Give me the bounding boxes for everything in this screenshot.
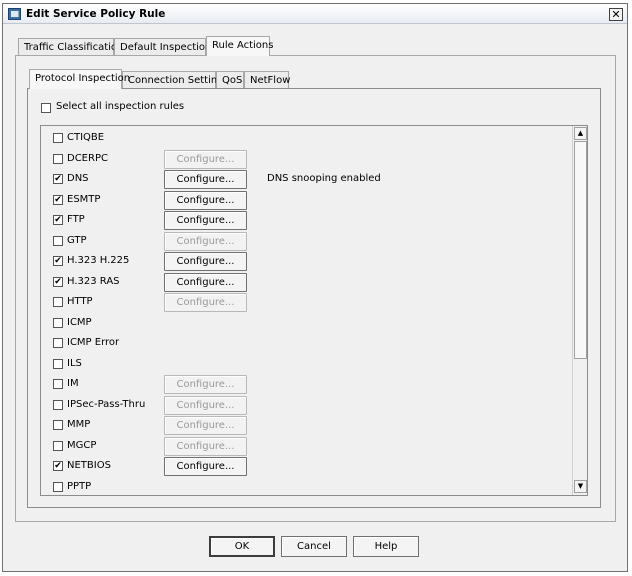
checkmark-icon: ✔	[54, 215, 62, 225]
rule-checkbox[interactable]	[53, 379, 63, 389]
configure-button: Configure...	[164, 149, 247, 169]
select-all-label: Select all inspection rules	[56, 101, 185, 112]
rule-label: FTP	[67, 214, 85, 225]
checkmark-icon: ✔	[54, 194, 62, 205]
rule-checkbox-checked[interactable]: ✔	[53, 194, 63, 205]
ok-button[interactable]: OK	[209, 536, 275, 557]
rule-checkbox-checked[interactable]: ✔	[53, 276, 63, 287]
inspection-rules-list: CTIQBE DCERPC Configure... ✔ DNS Configure...…	[40, 125, 588, 496]
rule-row: MMP Configure...	[41, 416, 571, 437]
rule-checkbox[interactable]	[53, 358, 63, 369]
tab-connection-settings[interactable]: Connection Settings	[122, 71, 229, 89]
rule-checkbox[interactable]	[53, 153, 63, 164]
rule-checkbox-checked[interactable]: ✔	[53, 215, 63, 225]
title-bar[interactable]: Edit Service Policy Rule ✕	[3, 4, 627, 24]
window-title: Edit Service Policy Rule	[26, 8, 166, 20]
rule-row: ✔ H.323 H.225 Configure...	[41, 252, 571, 273]
rule-checkbox[interactable]	[53, 133, 63, 143]
configure-button[interactable]: Configure...	[164, 170, 247, 189]
rule-label: ESMTP	[67, 193, 101, 205]
vertical-scrollbar[interactable]: ▲ ▼	[572, 126, 587, 495]
rule-note: DNS snooping enabled	[267, 173, 381, 184]
cancel-button[interactable]: Cancel	[281, 536, 347, 557]
tab-protocol-inspection[interactable]: Protocol Inspection	[29, 69, 130, 89]
rule-row: IPSec-Pass-Thru Configure...	[41, 395, 571, 417]
rule-row: CTIQBE	[41, 129, 571, 150]
configure-button: Configure...	[164, 395, 247, 415]
configure-button: Configure...	[164, 375, 247, 394]
checkmark-icon: ✔	[54, 256, 62, 266]
rule-checkbox-checked[interactable]: ✔	[53, 256, 63, 266]
rule-label: ICMP	[67, 316, 92, 328]
rule-checkbox[interactable]	[53, 317, 63, 328]
configure-button[interactable]: Configure...	[164, 457, 247, 476]
rule-row: ✔ ESMTP Configure...	[41, 190, 571, 212]
checkmark-icon: ✔	[54, 174, 62, 184]
rule-label: H.323 H.225	[67, 255, 130, 266]
rule-row: MGCP Configure...	[41, 436, 571, 458]
rule-row: PPTP	[41, 478, 571, 496]
rule-label: H.323 RAS	[67, 275, 120, 287]
configure-button[interactable]: Configure...	[164, 211, 247, 230]
rule-checkbox[interactable]	[53, 235, 63, 246]
rule-checkbox[interactable]	[53, 440, 63, 451]
configure-button: Configure...	[164, 293, 247, 312]
tab-netflow[interactable]: NetFlow	[244, 71, 290, 89]
scroll-up-arrow-icon[interactable]: ▲	[574, 127, 587, 140]
rule-checkbox[interactable]	[53, 399, 63, 410]
rule-row: ✔ FTP Configure...	[41, 211, 571, 232]
rule-row: GTP Configure...	[41, 231, 571, 253]
rule-label: IPSec-Pass-Thru	[67, 398, 146, 410]
checkmark-icon: ✔	[54, 461, 62, 471]
rule-row: DCERPC Configure...	[41, 149, 571, 171]
rule-checkbox-checked[interactable]: ✔	[53, 174, 63, 184]
rule-label: DCERPC	[67, 152, 108, 164]
configure-button[interactable]: Configure...	[164, 190, 247, 210]
configure-button[interactable]: Configure...	[164, 272, 247, 292]
select-all-checkbox[interactable]	[41, 103, 51, 113]
rule-checkbox[interactable]	[53, 297, 63, 307]
rule-label: CTIQBE	[67, 132, 105, 143]
close-button[interactable]: ✕	[609, 8, 623, 21]
scroll-down-arrow-icon[interactable]: ▼	[574, 480, 587, 493]
rule-row: ILS	[41, 355, 571, 376]
tab-traffic-classification[interactable]: Traffic Classification	[18, 38, 123, 56]
rule-label: IM	[67, 378, 79, 389]
rule-row: HTTP Configure...	[41, 293, 571, 314]
configure-button[interactable]: Configure...	[164, 252, 247, 271]
configure-button: Configure...	[164, 436, 247, 456]
rule-row: ✔ DNS Configure... DNS snooping enabled	[41, 170, 571, 191]
rule-row: ICMP Error	[41, 334, 571, 355]
rule-label: MMP	[67, 419, 91, 430]
rule-row: ICMP	[41, 314, 571, 335]
app-icon	[8, 8, 21, 20]
configure-button: Configure...	[164, 416, 247, 435]
rule-label: NETBIOS	[67, 460, 111, 471]
scroll-thumb[interactable]	[574, 141, 587, 359]
rule-checkbox-checked[interactable]: ✔	[53, 461, 63, 471]
rule-label: GTP	[67, 234, 87, 246]
rule-label: ILS	[67, 357, 82, 369]
tab-qos[interactable]: QoS	[216, 71, 244, 89]
rule-label: DNS	[67, 173, 89, 184]
rule-checkbox[interactable]	[53, 420, 63, 430]
help-button[interactable]: Help	[353, 536, 419, 557]
configure-button: Configure...	[164, 231, 247, 251]
checkmark-icon: ✔	[54, 276, 62, 287]
tab-default-inspections[interactable]: Default Inspections	[114, 38, 217, 56]
rule-row: ✔ NETBIOS Configure...	[41, 457, 571, 478]
rule-checkbox[interactable]	[53, 481, 63, 492]
rule-label: PPTP	[67, 480, 92, 492]
rule-label: MGCP	[67, 439, 97, 451]
rule-label: HTTP	[67, 296, 93, 307]
tab-rule-actions[interactable]: Rule Actions	[206, 36, 273, 56]
rule-checkbox[interactable]	[53, 338, 63, 348]
rule-label: ICMP Error	[67, 337, 120, 348]
rule-row: ✔ H.323 RAS Configure...	[41, 272, 571, 294]
rule-row: IM Configure...	[41, 375, 571, 396]
